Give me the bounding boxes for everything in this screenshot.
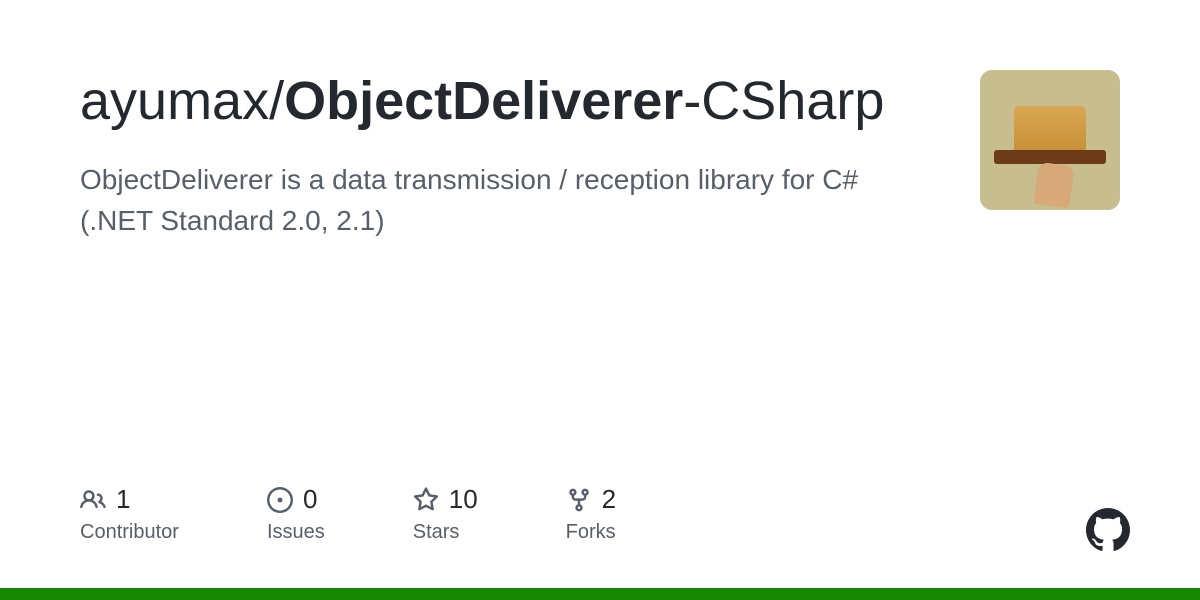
language-bar — [0, 588, 1200, 600]
stat-value: 2 — [602, 484, 616, 515]
stat-label: Contributor — [80, 521, 179, 544]
stat-label: Forks — [566, 521, 616, 544]
issue-icon — [267, 487, 293, 513]
people-icon — [80, 487, 106, 513]
stat-top: 0 — [267, 484, 325, 515]
stats-row: 1 Contributor 0 Issues 10 Stars 2 Forks — [80, 484, 616, 544]
repo-name-rest: -CSharp — [683, 71, 884, 131]
stat-top: 10 — [413, 484, 478, 515]
stat-label: Stars — [413, 521, 478, 544]
github-logo-icon[interactable] — [1086, 508, 1130, 552]
repo-description: ObjectDeliverer is a data transmission /… — [80, 160, 900, 241]
stat-value: 0 — [303, 484, 317, 515]
stat-label: Issues — [267, 521, 325, 544]
avatar-art — [994, 150, 1106, 164]
slash: / — [269, 71, 284, 131]
language-segment — [0, 588, 1200, 600]
stat-value: 10 — [449, 484, 478, 515]
repo-title[interactable]: ayumax/ObjectDeliverer-CSharp — [80, 70, 900, 132]
repo-owner: ayumax — [80, 71, 269, 131]
stat-contributors[interactable]: 1 Contributor — [80, 484, 179, 544]
repo-name-strong: ObjectDeliverer — [284, 71, 683, 131]
stat-top: 1 — [80, 484, 179, 515]
avatar[interactable] — [980, 70, 1120, 210]
stat-stars[interactable]: 10 Stars — [413, 484, 478, 544]
stat-issues[interactable]: 0 Issues — [267, 484, 325, 544]
stat-forks[interactable]: 2 Forks — [566, 484, 616, 544]
stat-value: 1 — [116, 484, 130, 515]
star-icon — [413, 487, 439, 513]
stat-top: 2 — [566, 484, 616, 515]
fork-icon — [566, 487, 592, 513]
repo-card: ayumax/ObjectDeliverer-CSharp ObjectDeli… — [0, 0, 1200, 241]
avatar-art — [1014, 106, 1086, 154]
main-content: ayumax/ObjectDeliverer-CSharp ObjectDeli… — [80, 70, 900, 241]
avatar-art — [1033, 162, 1074, 209]
